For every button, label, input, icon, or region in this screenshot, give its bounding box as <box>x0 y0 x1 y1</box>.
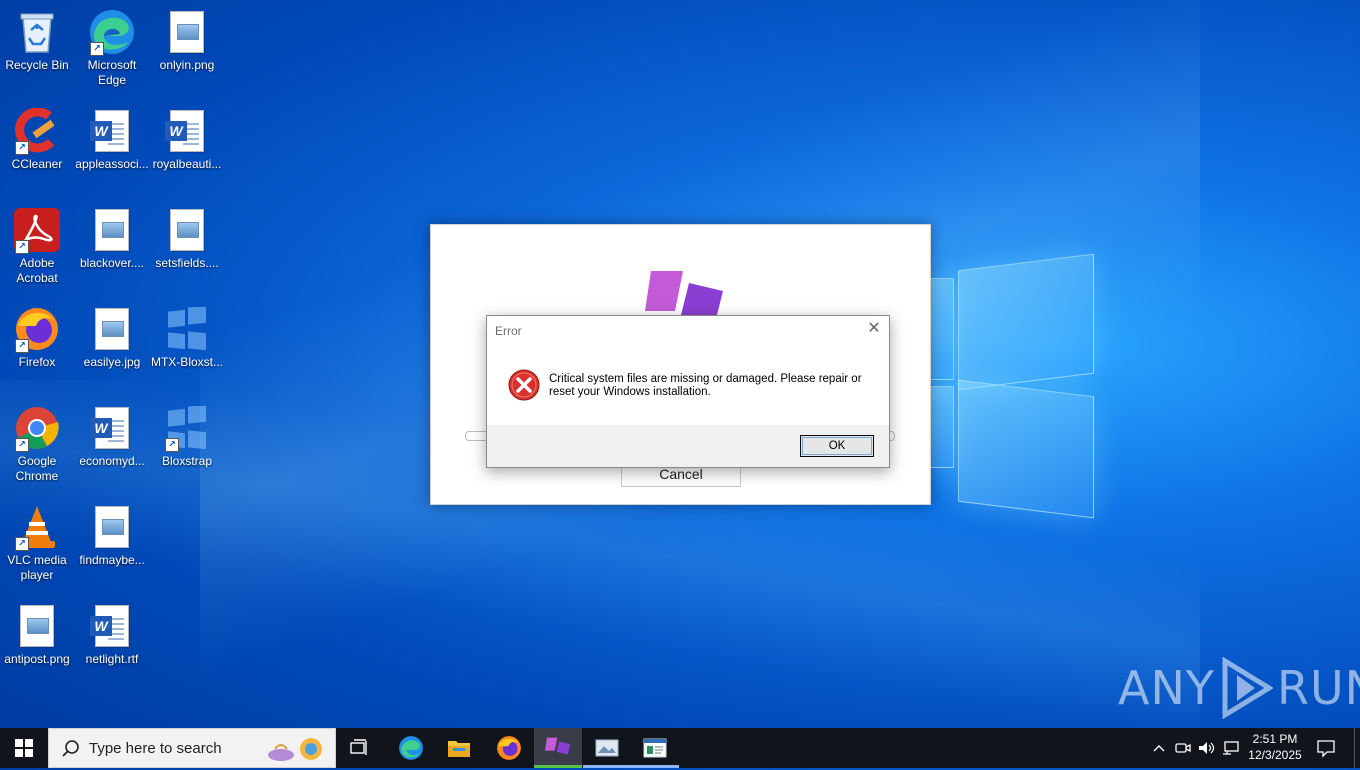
network-icon[interactable] <box>1220 728 1242 768</box>
image-file-icon <box>163 8 211 56</box>
icon-label: VLC media player <box>7 553 67 582</box>
desktop-icon-setsfields[interactable]: setsfields.... <box>150 206 224 271</box>
tray-overflow-chevron-icon[interactable] <box>1150 728 1168 768</box>
icon-label: Firefox <box>18 355 56 369</box>
error-dialog: Error ✕ Critical system files are missin… <box>486 315 890 468</box>
taskbar-edge[interactable] <box>387 728 435 768</box>
taskbar-app-window[interactable] <box>631 728 679 768</box>
image-file-icon <box>88 206 136 254</box>
watermark-text-right: RUN <box>1276 661 1360 715</box>
watermark-text-left: ANY <box>1118 661 1215 715</box>
windows-app-icon <box>163 305 211 353</box>
image-file-icon <box>13 602 61 650</box>
image-file-icon <box>88 305 136 353</box>
icon-label: setsfields.... <box>155 256 219 270</box>
icon-label: MTX-Bloxst... <box>150 355 223 369</box>
icon-label: netlight.rtf <box>85 652 139 666</box>
task-view-icon <box>350 739 367 755</box>
bloxstrap-logo-icon <box>545 737 571 755</box>
microsoft-edge-icon <box>399 736 423 760</box>
meet-now-icon[interactable] <box>1173 728 1193 768</box>
desktop-icon-netlight-rtf[interactable]: W netlight.rtf <box>75 602 149 667</box>
icon-label: royalbeauti... <box>152 157 222 171</box>
desktop-icon-findmaybe[interactable]: findmaybe... <box>75 503 149 568</box>
desktop-icon-onlyin-png[interactable]: onlyin.png <box>150 8 224 73</box>
icon-label: Recycle Bin <box>5 58 69 72</box>
firefox-icon <box>497 736 521 760</box>
windows-start-icon <box>15 739 33 757</box>
icon-label: economyd... <box>79 454 145 468</box>
error-message: Critical system files are missing or dam… <box>549 373 862 398</box>
icon-label: Google Chrome <box>15 454 59 483</box>
notification-center-icon[interactable] <box>1316 738 1336 758</box>
image-viewer-icon <box>595 739 619 757</box>
desktop-icon-appleassoci[interactable]: W appleassoci... <box>75 107 149 172</box>
taskbar-image-viewer[interactable] <box>583 728 631 768</box>
word-document-icon: W <box>88 107 136 155</box>
search-highlight-icon <box>268 738 322 761</box>
image-file-icon <box>88 503 136 551</box>
icon-label: Adobe Acrobat <box>16 256 58 285</box>
ok-button[interactable]: OK <box>800 435 874 457</box>
desktop-icon-google-chrome[interactable]: ↗ Google Chrome <box>0 404 74 484</box>
icon-label: Bloxstrap <box>161 454 213 468</box>
icon-label: onlyin.png <box>159 58 215 72</box>
taskbar-firefox[interactable] <box>485 728 533 768</box>
desktop-icon-bloxstrap[interactable]: ↗ Bloxstrap <box>150 404 224 469</box>
word-document-icon: W <box>163 107 211 155</box>
search-placeholder: Type here to search <box>89 740 222 757</box>
desktop-icon-antipost-png[interactable]: antipost.png <box>0 602 74 667</box>
folder-icon <box>448 741 470 757</box>
close-icon[interactable]: ✕ <box>865 320 883 338</box>
application-window-icon <box>643 738 667 758</box>
desktop-icon-royalbeauti[interactable]: W royalbeauti... <box>150 107 224 172</box>
error-icon <box>508 369 540 401</box>
icon-label: Microsoft Edge <box>87 58 137 87</box>
play-triangle-icon <box>1222 657 1273 719</box>
icon-label: antipost.png <box>4 652 70 666</box>
desktop-icon-mtx-bloxst[interactable]: MTX-Bloxst... <box>150 305 224 370</box>
google-chrome-icon: ↗ <box>13 404 61 452</box>
desktop-icon-recycle-bin[interactable]: Recycle Bin <box>0 8 74 73</box>
icon-label: findmaybe... <box>79 553 145 567</box>
taskbar-file-explorer[interactable] <box>435 728 483 768</box>
desktop-icon-adobe-acrobat[interactable]: ↗ Adobe Acrobat <box>0 206 74 286</box>
icon-label: blackover.... <box>79 256 145 270</box>
word-document-icon: W <box>88 602 136 650</box>
search-icon <box>62 740 79 757</box>
show-desktop-button[interactable] <box>1354 728 1360 768</box>
dialog-footer: OK <box>487 425 889 467</box>
system-clock[interactable]: 2:51 PM 12/3/2025 <box>1244 731 1306 763</box>
desktop-icon-microsoft-edge[interactable]: ↗ Microsoft Edge <box>75 8 149 88</box>
clock-time: 2:51 PM <box>1252 732 1298 746</box>
desktop-icon-easilye-jpg[interactable]: easilye.jpg <box>75 305 149 370</box>
recycle-bin-icon <box>13 8 61 56</box>
adobe-acrobat-icon: ↗ <box>13 206 61 254</box>
windows-app-icon: ↗ <box>163 404 211 452</box>
clock-date: 12/3/2025 <box>1248 748 1302 762</box>
microsoft-edge-icon: ↗ <box>88 8 136 56</box>
desktop-icon-firefox[interactable]: ↗ Firefox <box>0 305 74 370</box>
image-file-icon <box>163 206 211 254</box>
dialog-title: Error <box>495 324 522 338</box>
taskbar-search-box[interactable]: Type here to search <box>48 728 336 768</box>
taskbar: Type here to search 2:51 PM 12/3/2025 <box>0 728 1360 768</box>
volume-icon[interactable] <box>1196 728 1218 768</box>
vlc-cone-icon: ↗ <box>13 503 61 551</box>
taskbar-bloxstrap[interactable] <box>534 728 582 768</box>
desktop-icon-economyd[interactable]: W economyd... <box>75 404 149 469</box>
icon-label: appleassoci... <box>75 157 149 171</box>
anyrun-watermark: ANY RUN <box>1118 656 1360 720</box>
icon-label: easilye.jpg <box>83 355 141 369</box>
firefox-icon: ↗ <box>13 305 61 353</box>
desktop-icon-blackover[interactable]: blackover.... <box>75 206 149 271</box>
word-document-icon: W <box>88 404 136 452</box>
start-button[interactable] <box>0 728 48 768</box>
icon-label: CCleaner <box>11 157 63 171</box>
task-view-button[interactable] <box>336 728 384 768</box>
desktop-icon-ccleaner[interactable]: ↗ CCleaner <box>0 107 74 172</box>
desktop-icon-vlc[interactable]: ↗ VLC media player <box>0 503 74 583</box>
ccleaner-icon: ↗ <box>13 107 61 155</box>
